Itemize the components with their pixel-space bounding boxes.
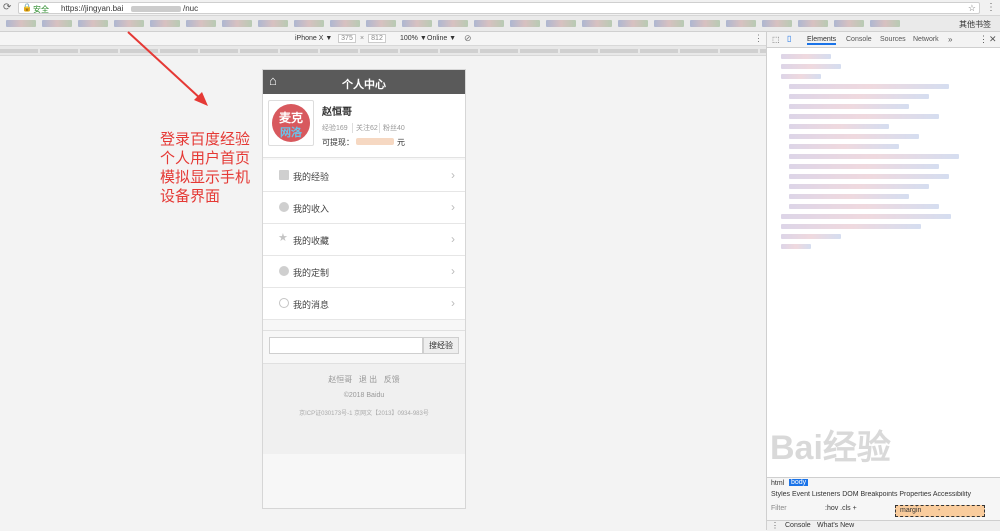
stat-follow[interactable]: 关注62 xyxy=(352,123,378,133)
star-icon: ★ xyxy=(278,232,288,244)
user-name[interactable]: 赵恒哥 xyxy=(322,103,352,118)
more-icon[interactable]: ⋮ xyxy=(754,33,763,44)
coin-icon xyxy=(279,202,289,212)
box-model: margin - xyxy=(895,505,985,517)
tab-console[interactable]: Console xyxy=(846,36,872,43)
menu-label: 我的定制 xyxy=(293,268,330,278)
menu-label: 我的收入 xyxy=(293,204,330,214)
filter-label[interactable]: Filter xyxy=(771,505,787,512)
device-select[interactable]: iPhone X ▼ xyxy=(295,35,332,42)
breadcrumb-body[interactable]: body xyxy=(789,479,809,486)
menu-label: 我的经验 xyxy=(293,172,330,182)
drawer-tab-whatsnew[interactable]: What's New xyxy=(817,522,854,529)
footer-link-logout[interactable]: 退 出 xyxy=(359,375,377,384)
phone-footer: 赵恒哥 退 出 反馈 ©2018 Baidu 京ICP证030173号-1 京网… xyxy=(263,364,465,454)
chevron-right-icon: › xyxy=(451,232,455,246)
search-area: 搜经验 xyxy=(263,330,465,364)
drawer-tab-console[interactable]: Console xyxy=(785,522,811,529)
menu-item-custom[interactable]: 我的定制 › xyxy=(263,256,465,288)
menu-label: 我的消息 xyxy=(293,300,330,310)
chevron-right-icon: › xyxy=(451,264,455,278)
footer-link-feedback[interactable]: 反馈 xyxy=(384,375,400,384)
menu-dots-icon[interactable]: ⋮ xyxy=(979,34,988,45)
margin-value: - xyxy=(938,507,941,514)
rotate-icon[interactable]: ⊘ xyxy=(464,33,472,44)
more-tabs[interactable]: » xyxy=(948,35,952,44)
stat-fans[interactable]: 粉丝40 xyxy=(379,123,405,133)
phone-header: ⌂ 个人中心 xyxy=(263,70,465,94)
breadcrumb-html[interactable]: html xyxy=(771,480,784,487)
watermark: Bai经验 xyxy=(770,429,891,467)
margin-label: margin xyxy=(900,507,922,514)
avatar[interactable]: 麦克 网洛 xyxy=(268,100,314,146)
chevron-right-icon: › xyxy=(451,296,455,310)
icp-text: 京ICP证030173号-1 京网文【2013】0934-983号 xyxy=(299,411,429,417)
annotation-text: 登录百度经验 个人用户首页 模拟显示手机 设备界面 xyxy=(160,132,251,205)
tab-network[interactable]: Network xyxy=(913,36,939,43)
styles-tabs[interactable]: Styles Event Listeners DOM Breakpoints P… xyxy=(771,491,999,498)
menu-dots-icon[interactable]: ⋮ xyxy=(986,2,996,13)
height-input[interactable]: 812 xyxy=(368,34,386,43)
reload-icon[interactable]: ⟳ xyxy=(3,2,11,13)
device-ruler xyxy=(0,46,766,56)
url-blur xyxy=(131,6,181,12)
chevron-right-icon: › xyxy=(451,200,455,214)
search-button[interactable]: 搜经验 xyxy=(423,337,459,354)
search-input[interactable] xyxy=(269,337,423,354)
device-icon[interactable]: ▯ xyxy=(787,34,791,43)
other-bookmarks[interactable]: 其他书签 xyxy=(955,19,991,30)
withdraw-amount-blur xyxy=(356,138,394,145)
zoom-select[interactable]: 100% ▼ xyxy=(400,35,427,42)
close-icon[interactable]: ✕ xyxy=(989,34,997,45)
times-sign: × xyxy=(360,35,365,42)
devtools-tabs: ⬚ ▯ Elements Console Sources Network » ⋮… xyxy=(767,32,1000,48)
chevron-right-icon: › xyxy=(451,168,455,182)
avatar-text-bottom: 网洛 xyxy=(280,127,302,139)
width-input[interactable]: 375 xyxy=(338,34,356,43)
dom-tree xyxy=(773,52,995,252)
document-icon xyxy=(279,170,289,180)
url-text[interactable]: https://jingyan.bai xyxy=(61,4,123,13)
address-bar: ⟳ 🔒 安全 https://jingyan.bai /nuc ☆ ⋮ xyxy=(0,0,1000,16)
drawer-tabs: ⋮ Console What's New xyxy=(767,520,1000,531)
withdraw-label: 可提现： xyxy=(322,138,354,147)
filter-tools[interactable]: :hov .cls + xyxy=(825,505,857,512)
menu-item-income[interactable]: 我的收入 › xyxy=(263,192,465,224)
withdraw-suffix: 元 xyxy=(397,138,405,147)
star-icon[interactable]: ☆ xyxy=(968,3,976,14)
menu-item-experience[interactable]: 我的经验 › xyxy=(263,160,465,192)
secure-label: 安全 xyxy=(33,5,49,14)
lock-icon: 🔒 xyxy=(22,3,32,12)
page-title: 个人中心 xyxy=(342,79,386,91)
network-select[interactable]: Online ▼ xyxy=(427,35,456,42)
plus-circle-icon xyxy=(279,266,289,276)
message-icon xyxy=(279,298,289,308)
menu-item-favorites[interactable]: ★ 我的收藏 › xyxy=(263,224,465,256)
device-toolbar: iPhone X ▼ 375 × 812 100% ▼ Online ▼ ⊘ ⋮ xyxy=(0,32,766,46)
tab-elements[interactable]: Elements xyxy=(807,36,837,45)
url-tail: /nuc xyxy=(183,4,199,13)
copyright: ©2018 Baidu xyxy=(343,392,385,399)
stat-experience[interactable]: 经验169 xyxy=(322,123,348,133)
drawer-menu-icon[interactable]: ⋮ xyxy=(771,521,779,530)
profile-card: 麦克 网洛 赵恒哥 经验169 关注62 粉丝40 可提现： 元 xyxy=(263,94,465,158)
phone-screen: ⌂ 个人中心 麦克 网洛 赵恒哥 经验169 关注62 粉丝40 可提现： 元 … xyxy=(262,69,466,509)
inspect-icon[interactable]: ⬚ xyxy=(772,35,780,44)
menu-item-messages[interactable]: 我的消息 › xyxy=(263,288,465,320)
footer-link-user[interactable]: 赵恒哥 xyxy=(328,375,352,384)
styles-pane: html body Styles Event Listeners DOM Bre… xyxy=(767,477,1000,531)
annotation-arrow xyxy=(127,31,208,106)
url-box[interactable]: 🔒 安全 https://jingyan.bai /nuc ☆ xyxy=(18,2,980,14)
menu-label: 我的收藏 xyxy=(293,236,330,246)
tab-sources[interactable]: Sources xyxy=(880,36,906,43)
